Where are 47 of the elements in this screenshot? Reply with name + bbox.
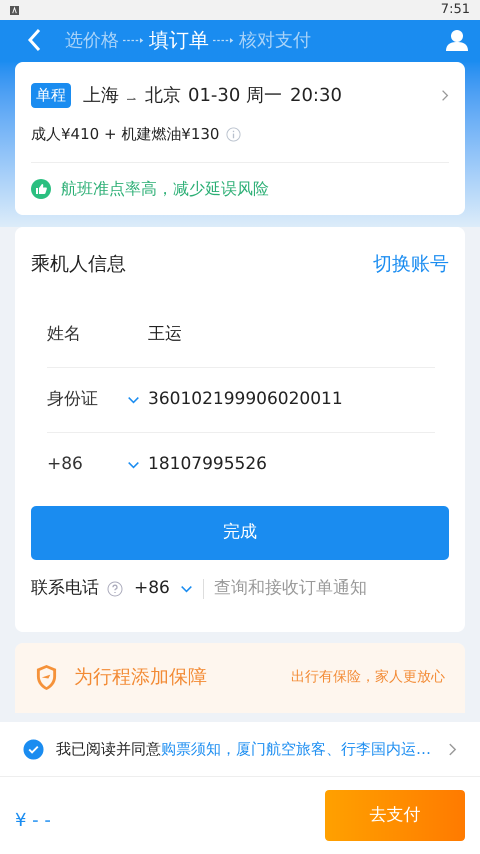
thumbs-up-icon: [31, 178, 51, 198]
input-field[interactable]: 王运: [148, 322, 182, 348]
switch-account-link[interactable]: 切换账号: [373, 250, 449, 279]
checkbox[interactable]: [23, 738, 44, 760]
phone-field[interactable]: 查询和接收订单通知: [214, 576, 449, 602]
trip-badge: 单程: [31, 83, 71, 108]
field-label: 联系电话: [31, 576, 99, 600]
done-button[interactable]: 完成: [31, 506, 449, 560]
dropdown-icon[interactable]: [180, 584, 193, 592]
arrow-icon: [213, 36, 235, 44]
info-icon[interactable]: [226, 126, 242, 142]
step-label[interactable]: 填订单: [149, 25, 209, 55]
total-price: ¥ - -: [15, 809, 51, 833]
field-label: 姓名: [47, 322, 82, 346]
chevron-right-icon[interactable]: [441, 89, 449, 102]
input-field[interactable]: 360102199906020011: [148, 386, 343, 412]
country-code[interactable]: +86: [134, 576, 170, 602]
insurance-card[interactable]: 为行程添加保障 出行有保险，家人更放心: [15, 642, 465, 712]
flight-card[interactable]: 单程 上海 北京 01-30 周一 20:30 成人¥410 + 机建燃油¥130 航班准点率高，减少延误风险: [15, 62, 465, 214]
agreement-text: 我已阅读并同意: [56, 738, 161, 760]
flight-time: 20:30: [290, 84, 342, 108]
field-label: 身份证: [47, 388, 99, 411]
step-label[interactable]: 选价格: [65, 26, 119, 54]
user-icon[interactable]: [445, 28, 469, 52]
field-label: +86: [47, 453, 84, 476]
step-label[interactable]: 核对支付: [239, 26, 311, 54]
shield-icon: [35, 664, 58, 691]
dropdown-icon[interactable]: [127, 396, 140, 404]
flight-date: 01-30 周一: [188, 84, 282, 108]
arrow-icon: [127, 96, 137, 100]
help-icon[interactable]: [107, 580, 123, 596]
dropdown-icon[interactable]: [127, 461, 140, 469]
pay-button[interactable]: 去支付: [325, 790, 465, 841]
notification-icon: [10, 6, 19, 14]
insurance-subtitle: 出行有保险，家人更放心: [291, 668, 445, 687]
status-time: 7:51: [440, 1, 470, 20]
price-text: 成人¥410 + 机建燃油¥130: [31, 124, 220, 145]
back-icon[interactable]: [27, 28, 41, 52]
section-title: 乘机人信息: [31, 252, 126, 278]
input-field[interactable]: 18107995526: [148, 452, 267, 478]
terms-link[interactable]: 购票须知，厦门航空旅客、行李国内运…: [161, 738, 431, 760]
chevron-right-icon[interactable]: [448, 742, 457, 756]
notice-text: 航班准点率高，减少延误风险: [61, 178, 269, 200]
city-text: 上海: [83, 84, 119, 108]
arrow-icon: [123, 36, 145, 44]
insurance-title: 为行程添加保障: [74, 665, 207, 690]
city-text: 北京: [145, 84, 181, 108]
